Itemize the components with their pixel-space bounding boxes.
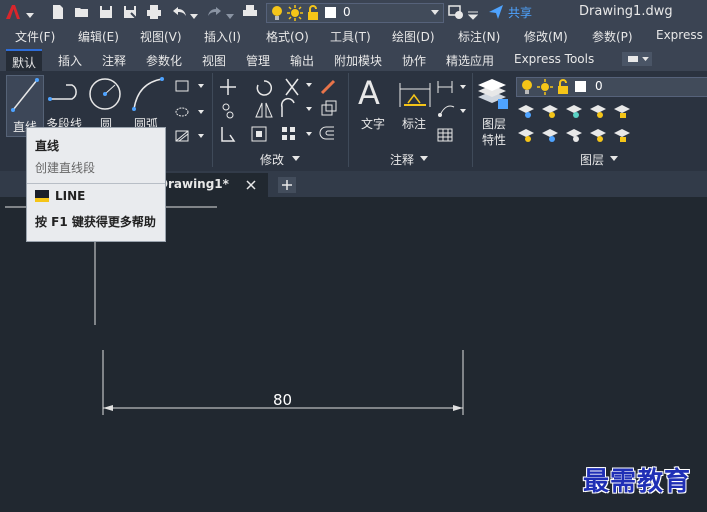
tab-manage[interactable]: 管理 bbox=[246, 52, 270, 69]
layer-combo-ribbon[interactable]: 0 bbox=[516, 77, 707, 97]
menu-view[interactable]: 视图(V) bbox=[140, 28, 182, 45]
window-title: Drawing1.dwg bbox=[579, 4, 673, 19]
app-menu-chevron-icon[interactable] bbox=[26, 8, 34, 24]
tooltip-help: 按 F1 键获得更多帮助 bbox=[35, 215, 156, 229]
open-folder-icon[interactable] bbox=[74, 4, 90, 20]
chevron-down-icon[interactable] bbox=[431, 10, 439, 16]
dimension-icon[interactable] bbox=[398, 79, 432, 109]
menu-modify[interactable]: 修改(M) bbox=[524, 28, 568, 45]
tab-output[interactable]: 输出 bbox=[290, 52, 314, 69]
annotation-small-tools-icon[interactable] bbox=[436, 79, 470, 145]
draw-small-tools-icon[interactable] bbox=[174, 79, 204, 153]
polyline-icon[interactable] bbox=[48, 81, 84, 109]
tab-insert[interactable]: 插入 bbox=[58, 52, 82, 69]
circle-icon[interactable] bbox=[88, 77, 122, 111]
menu-express[interactable]: Express bbox=[656, 28, 703, 42]
menu-parametric[interactable]: 参数(P) bbox=[592, 28, 633, 45]
tab-view[interactable]: 视图 bbox=[202, 52, 226, 69]
menu-format[interactable]: 格式(O) bbox=[266, 28, 309, 45]
layer-color-swatch bbox=[575, 81, 586, 92]
lightbulb-icon bbox=[522, 80, 532, 94]
tooltip-command: LINE bbox=[55, 189, 86, 203]
tab-default[interactable]: 默认 bbox=[6, 49, 43, 71]
drawing-canvas[interactable]: 80 最需教育 bbox=[3, 197, 704, 509]
line-tooltip: 直线 创建直线段 LINE 按 F1 键获得更多帮助 bbox=[26, 127, 166, 242]
annotation-panel-title[interactable]: 注释 bbox=[390, 151, 414, 168]
menu-tools[interactable]: 工具(T) bbox=[330, 28, 371, 45]
tab-addins[interactable]: 附加模块 bbox=[334, 52, 382, 69]
menu-insert[interactable]: 插入(I) bbox=[204, 28, 241, 45]
chevron-down-icon bbox=[642, 57, 649, 62]
document-tab[interactable]: Drawing1* bbox=[150, 173, 268, 197]
document-tab-label: Drawing1* bbox=[158, 177, 229, 191]
chevron-down-icon[interactable] bbox=[610, 156, 618, 162]
menu-file[interactable]: 文件(F) bbox=[15, 28, 55, 45]
tab-annotate[interactable]: 注释 bbox=[102, 52, 126, 69]
tab-express-tools[interactable]: Express Tools bbox=[514, 52, 594, 66]
tooltip-description: 创建直线段 bbox=[35, 161, 96, 175]
save-icon[interactable] bbox=[98, 4, 114, 20]
menu-bar: 文件(F) 编辑(E) 视图(V) 插入(I) 格式(O) 工具(T) 绘图(D… bbox=[0, 24, 707, 47]
ribbon-tab-bar: 默认 插入 注释 参数化 视图 管理 输出 附加模块 协作 精选应用 Expre… bbox=[0, 47, 707, 71]
workspace-icon[interactable] bbox=[448, 4, 464, 20]
unlock-icon bbox=[308, 5, 318, 20]
tab-featured-apps[interactable]: 精选应用 bbox=[446, 52, 494, 69]
layer-properties-label-2[interactable]: 特性 bbox=[482, 131, 506, 148]
tooltip-title: 直线 bbox=[35, 139, 60, 153]
customize-chevron-icon[interactable] bbox=[468, 8, 478, 24]
modify-tools-icon[interactable] bbox=[218, 77, 344, 145]
autocad-logo-icon[interactable] bbox=[4, 4, 22, 20]
layer-color-swatch bbox=[325, 7, 336, 18]
modify-panel-title[interactable]: 修改 bbox=[260, 151, 284, 168]
arc-icon[interactable] bbox=[130, 77, 166, 111]
tab-parametric[interactable]: 参数化 bbox=[146, 52, 182, 69]
layers-panel-title[interactable]: 图层 bbox=[580, 151, 604, 168]
new-tab-button[interactable] bbox=[278, 177, 296, 193]
undo-dropdown-icon[interactable] bbox=[190, 9, 198, 25]
undo-icon[interactable] bbox=[172, 4, 188, 20]
menu-draw[interactable]: 绘图(D) bbox=[392, 28, 435, 45]
sun-icon bbox=[287, 5, 303, 21]
close-icon[interactable] bbox=[246, 180, 256, 190]
tooltip-divider bbox=[27, 183, 165, 184]
redo-icon[interactable] bbox=[206, 4, 222, 20]
quick-access-toolbar: 0 共享 Drawing1.dwg bbox=[0, 0, 707, 24]
text-label[interactable]: 文字 bbox=[361, 115, 385, 132]
chevron-down-icon[interactable] bbox=[292, 156, 300, 162]
layer-properties-icon[interactable] bbox=[476, 77, 510, 111]
layer-combo-top[interactable]: 0 bbox=[266, 3, 444, 23]
sun-icon bbox=[537, 79, 553, 95]
command-icon bbox=[35, 190, 49, 202]
share-label[interactable]: 共享 bbox=[508, 4, 532, 21]
redo-dropdown-icon[interactable] bbox=[226, 9, 234, 25]
text-icon[interactable]: A bbox=[358, 77, 380, 109]
line-icon bbox=[11, 78, 39, 112]
watermark: 最需教育 bbox=[583, 467, 692, 497]
tab-collaborate[interactable]: 协作 bbox=[402, 52, 426, 69]
dimension-text: 80 bbox=[273, 391, 293, 409]
lightbulb-icon bbox=[272, 6, 282, 20]
plus-icon bbox=[282, 180, 292, 190]
layer-combo-value: 0 bbox=[343, 5, 351, 19]
unlock-icon bbox=[558, 79, 568, 94]
chevron-down-icon[interactable] bbox=[420, 156, 428, 162]
menu-dimension[interactable]: 标注(N) bbox=[458, 28, 500, 45]
save-as-icon[interactable] bbox=[122, 4, 138, 20]
ribbon-minimize-button[interactable] bbox=[622, 52, 652, 66]
layer-combo-value: 0 bbox=[595, 79, 603, 93]
share-icon[interactable] bbox=[488, 4, 504, 20]
new-file-icon[interactable] bbox=[50, 4, 66, 20]
menu-edit[interactable]: 编辑(E) bbox=[78, 28, 119, 45]
layer-properties-label-1[interactable]: 图层 bbox=[482, 115, 506, 132]
dimension-label[interactable]: 标注 bbox=[402, 115, 426, 132]
plot-icon[interactable] bbox=[242, 4, 258, 20]
layer-tools-icon[interactable] bbox=[516, 99, 636, 143]
print-icon[interactable] bbox=[146, 4, 162, 20]
